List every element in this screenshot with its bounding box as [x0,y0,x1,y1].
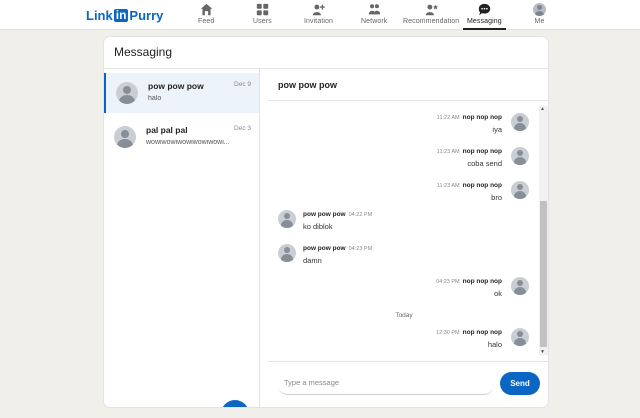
scroll-down-arrow-icon[interactable]: ▼ [540,349,545,355]
message-time: 11:23 AM [436,183,460,189]
message-meta: pow pow pow 04:23 PM [303,245,372,252]
logo-text-purry: Purry [129,8,164,23]
conversation-date: Dec 9 [234,81,251,88]
nav-feed-label: Feed [198,18,215,25]
message-meta: 11:23 AM nop nop nop [437,148,502,155]
message-sender: pow pow pow [303,245,346,252]
chat-icon [478,3,491,16]
message: 11:22 AM nop nop nop iya [268,113,540,143]
avatar [511,113,529,131]
message-meta: 11:23 AM nop nop nop [437,182,502,189]
thread-title: pow pow pow [278,80,337,90]
message: pow pow pow 04:22 PM ko diblok [268,210,540,240]
avatar [511,277,529,295]
message: 04:23 PM nop nop nop ok [268,277,540,307]
users-icon [256,3,269,16]
nav-me[interactable]: Me [533,2,546,28]
logo-text-box: in [113,8,129,22]
conversation-item[interactable]: pow pow pow Dec 9 halo [104,73,259,113]
nav-messaging[interactable]: Messaging [463,2,506,30]
message-text: ko diblok [303,222,333,231]
message-sender: nop nop nop [462,114,502,121]
nav-recommendation-label: Recommendation [403,18,460,25]
message-time: 04:23 PM [436,279,460,285]
logo-text-link: Link [86,8,113,23]
nav-me-label: Me [534,18,545,25]
conversation-preview: wowiwowiwowiwowiwowi... [146,139,230,146]
scroll-up-arrow-icon[interactable]: ▲ [540,106,545,112]
avatar [511,147,529,165]
nav-messaging-label: Messaging [467,18,502,25]
avatar [511,181,529,199]
message: 12:30 PM nop nop nop halo [268,328,540,357]
messaging-card: Messaging pow pow pow Dec 9 halo pal pal… [104,37,548,407]
message-list: 11:22 AM nop nop nop iya 11:23 AM nop nop … [268,101,540,357]
conversation-name: pal pal pal [146,125,188,135]
message-time: 04:22 PM [348,212,373,218]
message-text: bro [491,193,502,202]
message-meta: 11:22 AM nop nop nop [437,114,502,121]
message-sender: nop nop nop [462,182,502,189]
message-time: 12:30 PM [436,330,460,336]
day-separator: Today [395,312,413,319]
message-text: ok [494,289,502,298]
message-text: iya [492,125,502,134]
nav-invitation[interactable]: Invitation [304,2,333,28]
message-time: 11:23 AM [436,149,460,155]
top-navbar: Link in Purry Feed Users Invitation Netw… [0,0,640,30]
message: pow pow pow 04:23 PM damn [268,244,540,274]
message: 11:23 AM nop nop nop bro [268,181,540,211]
new-message-button[interactable]: + [221,400,249,407]
nav-feed[interactable]: Feed [198,2,214,28]
nav-users[interactable]: Users [253,2,272,28]
nav-users-label: Users [253,18,272,25]
add-person-icon [312,4,325,16]
message-input[interactable] [278,371,494,395]
nav-invitation-label: Invitation [304,18,334,25]
home-icon [200,3,212,16]
message-meta: 04:23 PM nop nop nop [436,278,502,285]
messaging-title: Messaging [104,37,548,69]
message-time: 11:22 AM [436,115,460,121]
nav-network[interactable]: Network [361,2,387,28]
conversation-preview: halo [148,95,162,102]
message-thread: pow pow pow 11:22 AM nop nop nop iya 11:2… [268,69,548,407]
message-sender: pow pow pow [303,211,346,218]
conversation-item[interactable]: pal pal pal Dec 3 wowiwowiwowiwowiwowi..… [104,117,259,157]
nav-network-label: Network [361,18,388,25]
network-icon [368,4,380,15]
send-button[interactable]: Send [500,372,540,395]
message-time: 04:23 PM [348,246,373,252]
message-text: coba send [467,159,502,168]
divider [268,361,548,362]
conversation-date: Dec 3 [234,125,251,132]
me-avatar [533,3,546,16]
message-meta: 12:30 PM nop nop nop [436,329,502,336]
message-sender: nop nop nop [462,278,502,285]
message-text: halo [487,340,502,349]
message: 11:23 AM nop nop nop coba send [268,147,540,177]
message-scrollbar[interactable]: ▲ ▼ [539,106,548,355]
message-text: damn [303,256,322,265]
avatar [116,82,138,104]
avatar [511,328,529,346]
nav-recommendation[interactable]: Recommendation [403,2,459,28]
message-sender: nop nop nop [462,329,502,336]
message-sender: nop nop nop [462,148,502,155]
recommend-icon [425,4,438,16]
scroll-thumb[interactable] [540,201,547,347]
avatar [278,244,296,262]
avatar [114,126,136,148]
conversation-name: pow pow pow [148,81,204,91]
conversation-list: pow pow pow Dec 9 halo pal pal pal Dec 3… [104,69,260,407]
app-logo[interactable]: Link in Purry [86,8,163,23]
message-meta: pow pow pow 04:22 PM [303,211,372,218]
avatar [278,210,296,228]
